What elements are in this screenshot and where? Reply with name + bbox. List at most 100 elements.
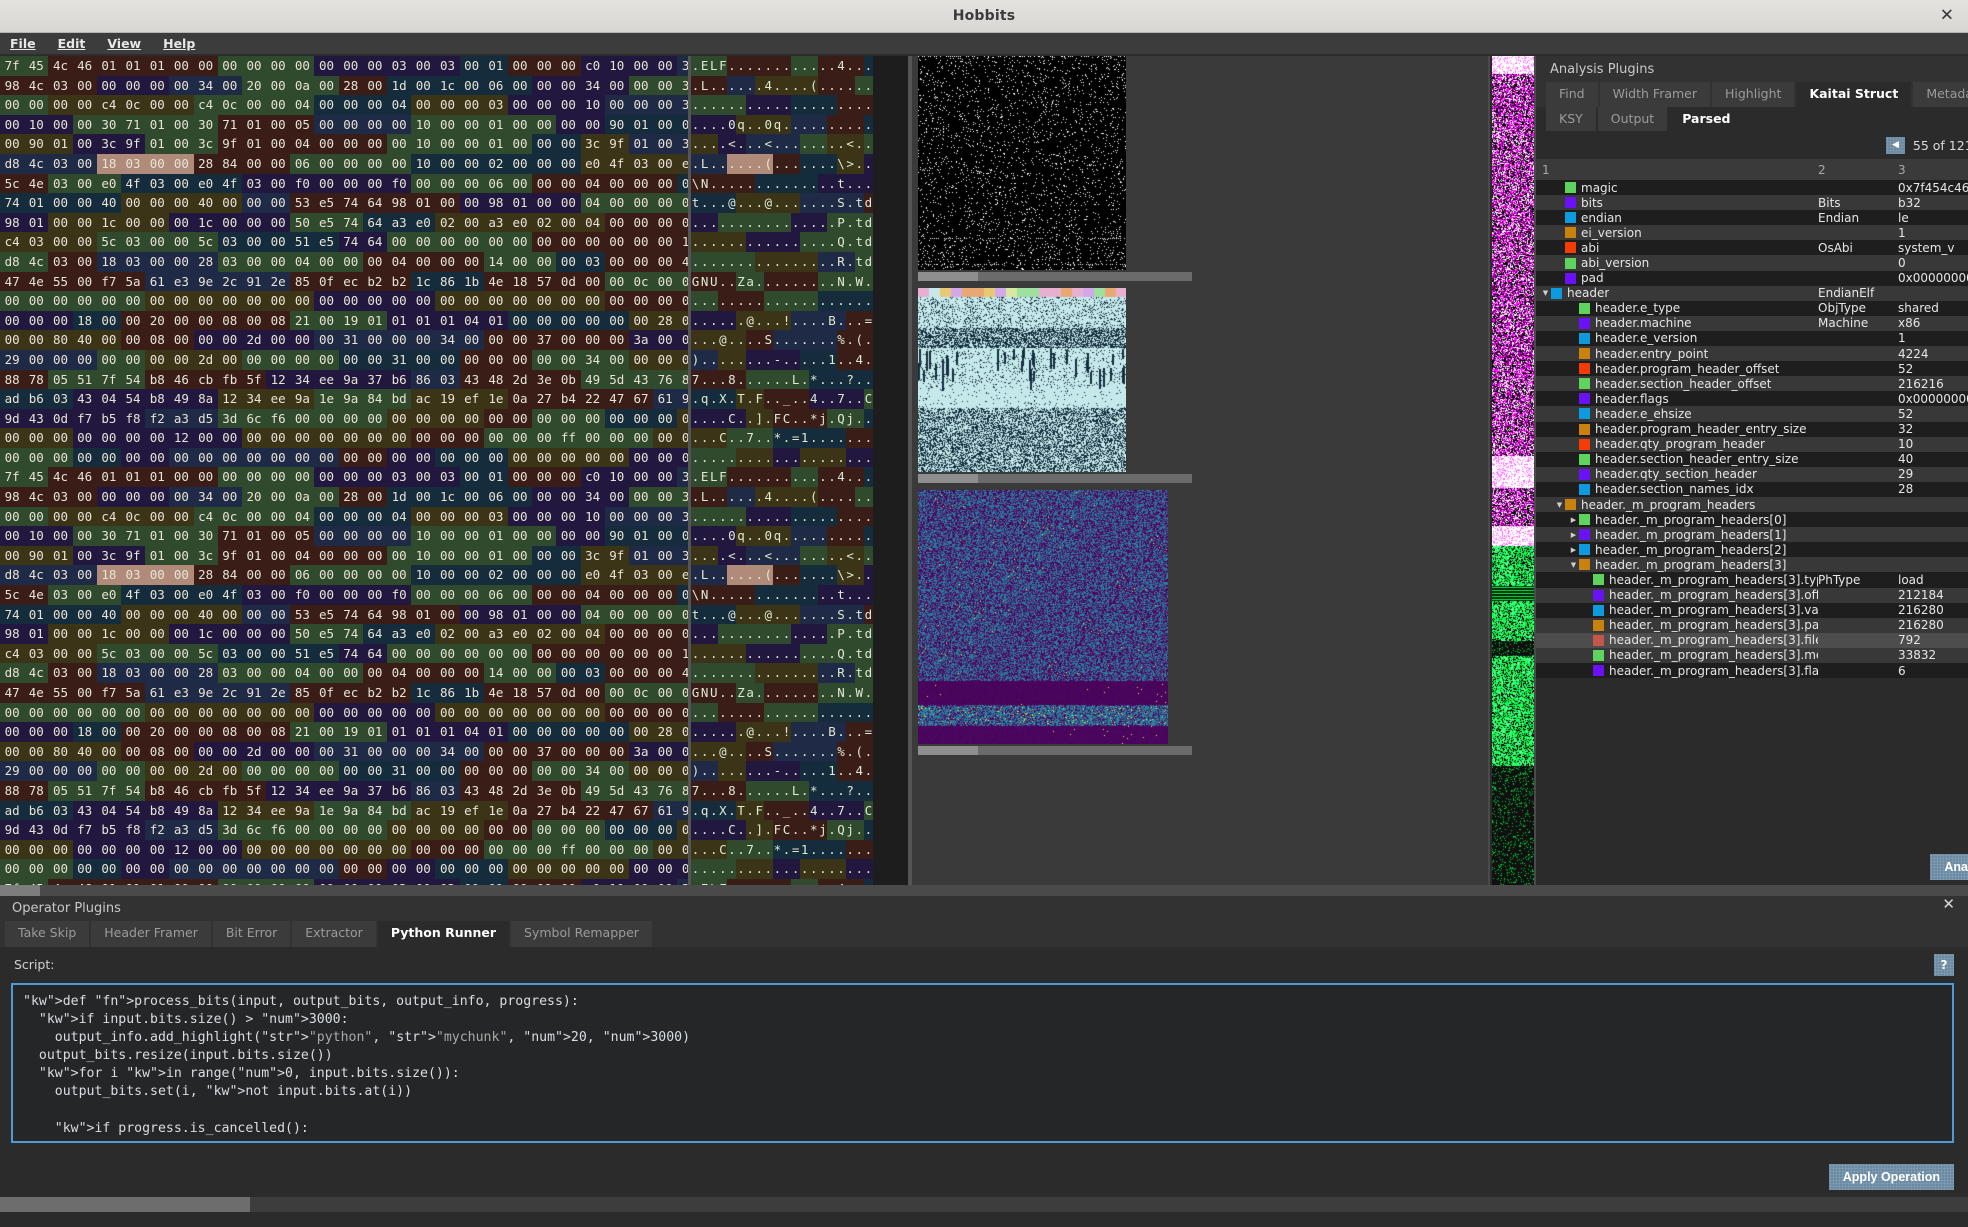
- ascii-char[interactable]: *: [809, 369, 819, 390]
- ascii-char[interactable]: .: [691, 232, 701, 252]
- hex-byte[interactable]: 00: [96, 859, 121, 879]
- ascii-char[interactable]: .: [727, 663, 737, 683]
- hex-byte[interactable]: 00: [48, 447, 73, 468]
- hex-byte[interactable]: 01: [24, 193, 49, 213]
- hex-byte[interactable]: 67: [628, 389, 654, 409]
- hex-byte[interactable]: 00: [580, 859, 605, 879]
- ascii-char[interactable]: .: [845, 173, 855, 194]
- ascii-char[interactable]: .: [736, 447, 746, 468]
- ascii-char[interactable]: .: [754, 565, 764, 586]
- ascii-char[interactable]: .: [718, 212, 728, 233]
- hex-byte[interactable]: f7: [96, 683, 121, 703]
- hex-byte[interactable]: 00: [604, 624, 629, 644]
- ascii-char[interactable]: W: [854, 683, 864, 703]
- ascii-char[interactable]: .: [763, 389, 773, 409]
- hex-byte[interactable]: 00: [72, 232, 97, 252]
- hex-byte[interactable]: 00: [48, 624, 73, 644]
- hex-byte[interactable]: 00: [653, 663, 678, 683]
- hex-byte[interactable]: 00: [507, 487, 533, 507]
- hex-byte[interactable]: 01: [628, 114, 654, 135]
- hex-byte[interactable]: 00: [362, 56, 387, 76]
- hex-byte[interactable]: 03: [120, 663, 146, 683]
- ascii-char[interactable]: .: [818, 428, 828, 448]
- ascii-char[interactable]: q: [700, 389, 710, 409]
- hex-byte[interactable]: 00: [507, 643, 533, 664]
- ascii-char[interactable]: .: [727, 683, 737, 703]
- hex-byte[interactable]: 9e: [193, 683, 218, 703]
- hex-byte[interactable]: 00: [628, 232, 654, 252]
- hex-byte[interactable]: 00: [72, 624, 97, 644]
- hex-byte[interactable]: 00: [314, 349, 339, 370]
- ascii-char[interactable]: .: [818, 506, 828, 527]
- hex-byte[interactable]: 00: [362, 114, 387, 135]
- hex-byte[interactable]: 00: [604, 506, 629, 527]
- hex-byte[interactable]: 00: [120, 310, 146, 331]
- hex-byte[interactable]: 03: [48, 585, 73, 605]
- hex-byte[interactable]: 00: [169, 330, 194, 350]
- hex-byte[interactable]: d5: [193, 820, 218, 840]
- ascii-char[interactable]: .: [863, 369, 873, 390]
- ascii-char[interactable]: %: [836, 330, 846, 350]
- chevron-down-icon[interactable]: ▼: [1554, 501, 1565, 509]
- ascii-char[interactable]: .: [836, 761, 846, 781]
- ascii-char[interactable]: .: [691, 291, 701, 311]
- hex-byte[interactable]: 00: [338, 585, 363, 605]
- hex-byte[interactable]: 00: [120, 624, 146, 644]
- hex-byte[interactable]: b8: [145, 800, 170, 821]
- ascii-char[interactable]: .: [781, 369, 792, 390]
- hex-byte[interactable]: e5: [314, 643, 339, 664]
- ascii-char[interactable]: \: [836, 565, 846, 586]
- ascii-char[interactable]: .: [745, 212, 755, 233]
- hex-byte[interactable]: 00: [169, 859, 194, 879]
- digram-visualization[interactable]: [918, 288, 1126, 472]
- hex-byte[interactable]: 21: [290, 310, 315, 331]
- hex-byte[interactable]: b8: [145, 369, 170, 390]
- hex-byte[interactable]: 98: [483, 604, 508, 625]
- hex-byte[interactable]: 34: [241, 389, 267, 409]
- ascii-char[interactable]: .: [709, 643, 719, 664]
- hex-byte[interactable]: 10: [677, 643, 688, 664]
- hex-byte[interactable]: 00: [507, 95, 533, 115]
- ascii-char[interactable]: .: [791, 585, 801, 605]
- ascii-char[interactable]: .: [845, 447, 855, 468]
- ascii-char[interactable]: .: [772, 75, 782, 96]
- hex-byte[interactable]: 28: [653, 722, 678, 742]
- hex-byte[interactable]: 00: [338, 506, 363, 527]
- table-row[interactable]: header.entry_point 4224: [1536, 346, 1968, 362]
- hex-byte[interactable]: 04: [580, 604, 605, 625]
- hex-byte[interactable]: 00: [362, 741, 387, 762]
- ascii-char[interactable]: N: [836, 271, 846, 292]
- ascii-char[interactable]: .: [827, 820, 837, 840]
- hex-byte[interactable]: ef: [459, 800, 484, 821]
- ascii-char[interactable]: .: [800, 447, 810, 468]
- hex-byte[interactable]: 00: [556, 310, 581, 331]
- hex-byte[interactable]: 00: [556, 702, 581, 723]
- hex-byte[interactable]: 08: [266, 310, 291, 331]
- tab-header-framer[interactable]: Header Framer: [91, 921, 211, 947]
- hex-byte[interactable]: 01: [145, 467, 170, 488]
- hex-byte[interactable]: 00: [0, 428, 25, 448]
- hex-byte[interactable]: 00: [338, 839, 363, 860]
- hex-byte[interactable]: 34: [677, 487, 688, 507]
- table-row[interactable]: header.qty_program_header 10: [1536, 436, 1968, 452]
- ascii-char[interactable]: .: [772, 330, 782, 350]
- hex-byte[interactable]: 04: [677, 604, 688, 625]
- hex-byte[interactable]: f6: [266, 820, 291, 840]
- hex-byte[interactable]: 02: [435, 212, 460, 233]
- hex-byte[interactable]: 00: [556, 291, 581, 311]
- window-close-icon[interactable]: ✕: [1940, 7, 1954, 25]
- hex-byte[interactable]: 5c: [96, 232, 121, 252]
- ascii-char[interactable]: .: [818, 839, 828, 860]
- ascii-char[interactable]: .: [691, 408, 701, 429]
- hex-byte[interactable]: 00: [193, 330, 218, 350]
- ascii-row[interactable]: 7... 8...... L. *...?..: [691, 369, 908, 390]
- hex-byte[interactable]: 00: [507, 251, 533, 272]
- hex-byte[interactable]: 9a: [290, 389, 315, 409]
- ascii-char[interactable]: .: [836, 487, 846, 507]
- hex-byte[interactable]: 54: [120, 389, 146, 409]
- ascii-char[interactable]: t: [836, 173, 846, 194]
- hex-byte[interactable]: 18: [72, 722, 97, 742]
- ascii-char[interactable]: .: [754, 75, 764, 96]
- hex-byte[interactable]: 00: [507, 663, 533, 683]
- ascii-char[interactable]: .: [818, 114, 828, 135]
